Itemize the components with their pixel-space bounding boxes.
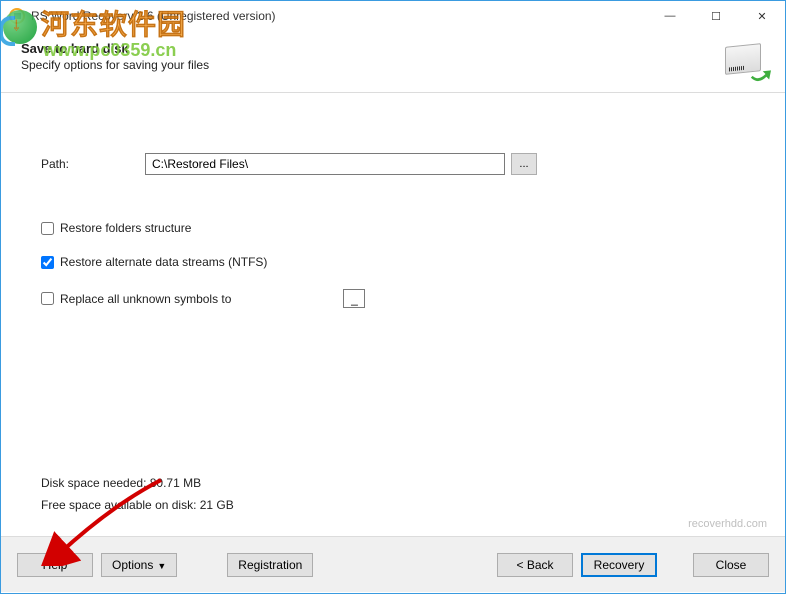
recovery-button[interactable]: Recovery bbox=[581, 553, 657, 577]
path-input[interactable] bbox=[145, 153, 505, 175]
hard-disk-icon bbox=[723, 39, 767, 83]
path-row: Path: ... bbox=[41, 153, 745, 175]
replace-symbols-checkbox[interactable] bbox=[41, 292, 54, 305]
chevron-down-icon: ▼ bbox=[157, 561, 166, 571]
restore-folders-row[interactable]: Restore folders structure bbox=[41, 221, 745, 235]
replace-symbols-label: Replace all unknown symbols to bbox=[60, 292, 231, 306]
maximize-button[interactable]: ☐ bbox=[693, 1, 739, 31]
title-bar: RS Word Recovery 2.6 (Unregistered versi… bbox=[1, 1, 785, 31]
disk-space-free: Free space available on disk: 21 GB bbox=[41, 498, 234, 512]
close-button[interactable]: ✕ bbox=[739, 1, 785, 31]
restore-ads-checkbox[interactable] bbox=[41, 256, 54, 269]
browse-button[interactable]: ... bbox=[511, 153, 537, 175]
disk-space-needed: Disk space needed: 80.71 MB bbox=[41, 476, 234, 490]
restore-ads-row[interactable]: Restore alternate data streams (NTFS) bbox=[41, 255, 745, 269]
content-area: Path: ... Restore folders structure Rest… bbox=[1, 93, 785, 536]
page-title: Save to hard disk bbox=[21, 41, 765, 56]
page-subtitle: Specify options for saving your files bbox=[21, 58, 765, 72]
page-header: Save to hard disk Specify options for sa… bbox=[1, 31, 785, 93]
disk-info: Disk space needed: 80.71 MB Free space a… bbox=[41, 476, 234, 520]
footer-bar: Help Options ▼ Registration < Back Recove… bbox=[1, 536, 785, 592]
window-title: RS Word Recovery 2.6 (Unregistered versi… bbox=[31, 9, 647, 23]
help-button[interactable]: Help bbox=[17, 553, 93, 577]
restore-folders-checkbox[interactable] bbox=[41, 222, 54, 235]
options-button[interactable]: Options ▼ bbox=[101, 553, 177, 577]
close-dialog-button[interactable]: Close bbox=[693, 553, 769, 577]
app-icon bbox=[9, 8, 25, 24]
minimize-button[interactable]: — bbox=[647, 1, 693, 31]
replace-symbols-row[interactable]: Replace all unknown symbols to bbox=[41, 289, 745, 308]
restore-ads-label: Restore alternate data streams (NTFS) bbox=[60, 255, 267, 269]
path-label: Path: bbox=[41, 157, 145, 171]
registration-button[interactable]: Registration bbox=[227, 553, 313, 577]
restore-folders-label: Restore folders structure bbox=[60, 221, 191, 235]
window-controls: — ☐ ✕ bbox=[647, 1, 785, 31]
brand-label: recoverhdd.com bbox=[688, 518, 767, 530]
symbol-input[interactable] bbox=[343, 289, 365, 308]
back-button[interactable]: < Back bbox=[497, 553, 573, 577]
options-label: Options bbox=[112, 558, 153, 572]
options-group: Restore folders structure Restore altern… bbox=[41, 221, 745, 308]
